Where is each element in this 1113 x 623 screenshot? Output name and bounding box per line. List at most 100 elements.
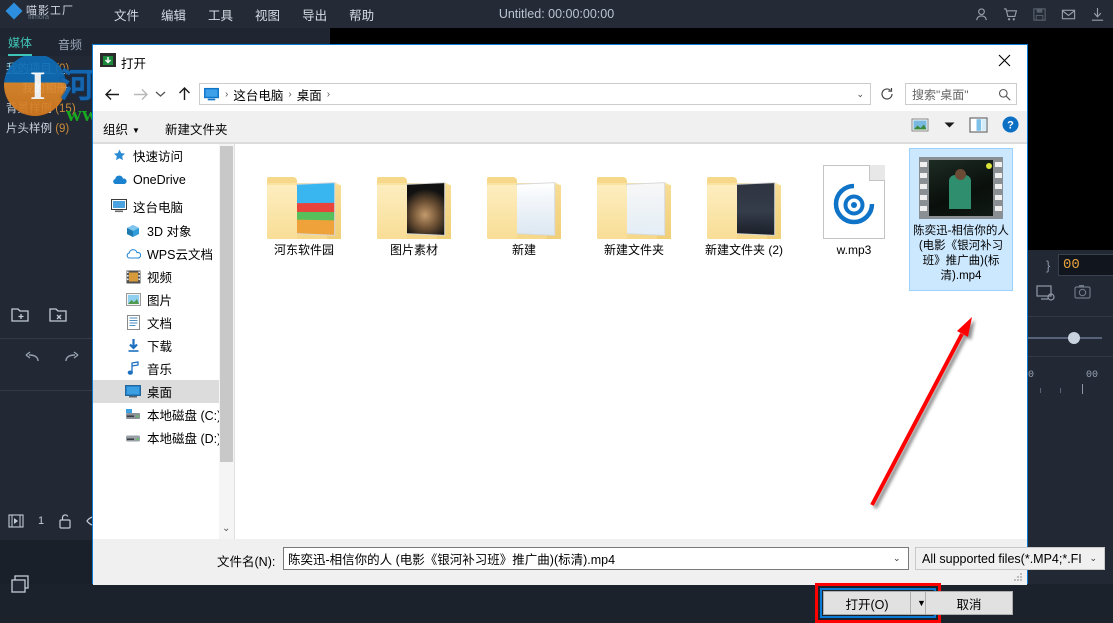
add-media-icon[interactable] bbox=[10, 574, 32, 596]
tree-item-my-project[interactable]: 我的项目 (0) bbox=[0, 58, 95, 78]
film-strip-icon[interactable] bbox=[8, 514, 24, 528]
up-button[interactable] bbox=[171, 81, 197, 107]
list-item-selected[interactable]: 陈奕迅-相信你的人 (电影《银河补习班》推广曲)(标清).mp4 bbox=[909, 148, 1013, 291]
tree-item-my-album[interactable]: 我的相册 bbox=[0, 78, 95, 98]
editor-titlebar-actions[interactable] bbox=[974, 0, 1105, 28]
view-mode-icon[interactable] bbox=[911, 117, 930, 133]
forward-arrow-icon[interactable] bbox=[132, 87, 149, 102]
undo-icon[interactable] bbox=[22, 348, 42, 366]
help-icon[interactable]: ? bbox=[1002, 116, 1019, 133]
file-list[interactable]: 河东软件园 图片素材 新建 新建文件夹 新建文件夹 (2) w.mp3 陈奕迅-… bbox=[235, 144, 1027, 540]
cart-icon[interactable] bbox=[1003, 7, 1018, 22]
sidebar-label: OneDrive bbox=[133, 173, 186, 187]
sidebar-item-music[interactable]: 音乐 bbox=[93, 357, 234, 380]
up-arrow-icon[interactable] bbox=[177, 86, 192, 102]
sidebar-item-this-pc[interactable]: 这台电脑 bbox=[93, 193, 234, 219]
recent-locations-button[interactable] bbox=[151, 81, 169, 107]
folder-icon bbox=[469, 154, 579, 239]
places-sidebar[interactable]: 快速访问 OneDrive 这台电脑 3D 对象 WPS云文档 视频 图片 文档… bbox=[93, 144, 234, 540]
editor-add-media-row[interactable] bbox=[0, 484, 95, 593]
scroll-down-icon[interactable]: ⌄ bbox=[222, 523, 230, 534]
tab-media[interactable]: 媒体 bbox=[8, 34, 33, 56]
refresh-button[interactable] bbox=[877, 83, 897, 105]
menu-item-edit[interactable]: 编辑 bbox=[161, 5, 186, 24]
sidebar-item-desktop[interactable]: 桌面 bbox=[93, 380, 234, 403]
sidebar-item-videos[interactable]: 视频 bbox=[93, 265, 234, 288]
mail-icon[interactable] bbox=[1061, 7, 1076, 22]
breadcrumb-item-desktop[interactable]: 桌面 bbox=[294, 85, 325, 104]
track-number: 1 bbox=[38, 515, 45, 527]
chevron-down-icon[interactable] bbox=[155, 90, 166, 98]
delete-folder-icon[interactable] bbox=[48, 305, 70, 325]
sidebar-item-documents[interactable]: 文档 bbox=[93, 311, 234, 334]
open-button[interactable]: 打开(O) bbox=[823, 591, 911, 615]
tab-audio[interactable]: 音频 bbox=[58, 36, 82, 56]
view-dropdown-icon[interactable] bbox=[944, 121, 955, 129]
sidebar-scrollbar[interactable]: ⌄ bbox=[219, 144, 234, 540]
filename-input[interactable] bbox=[283, 547, 909, 570]
menu-item-help[interactable]: 帮助 bbox=[349, 5, 374, 24]
logo-subtext: filmora bbox=[28, 14, 50, 21]
refresh-icon[interactable] bbox=[880, 87, 894, 101]
breadcrumb-item-computer[interactable]: 这台电脑 bbox=[230, 85, 286, 104]
list-item[interactable]: w.mp3 bbox=[799, 154, 909, 258]
preview-pane-icon[interactable] bbox=[969, 116, 988, 133]
sidebar-item-onedrive[interactable]: OneDrive bbox=[93, 167, 234, 193]
tree-item-intro-samples[interactable]: 片头样例 (9) bbox=[0, 118, 95, 138]
slider-knob[interactable] bbox=[1068, 332, 1080, 344]
breadcrumb-dropdown-icon[interactable]: ⌄ bbox=[856, 89, 864, 100]
svg-text:?: ? bbox=[1007, 120, 1014, 132]
menu-item-view[interactable]: 视图 bbox=[255, 5, 280, 24]
close-icon[interactable] bbox=[998, 54, 1011, 67]
list-item[interactable]: 图片素材 bbox=[359, 154, 469, 258]
sidebar-item-quick-access[interactable]: 快速访问 bbox=[93, 144, 234, 167]
breadcrumb[interactable]: › 这台电脑 › 桌面 › ⌄ bbox=[199, 83, 871, 105]
account-icon[interactable] bbox=[974, 7, 989, 22]
sidebar-item-local-disk-c[interactable]: 本地磁盘 (C:) bbox=[93, 403, 234, 426]
search-box[interactable]: 搜索"桌面" bbox=[905, 83, 1017, 105]
preview-actions[interactable] bbox=[1036, 284, 1092, 302]
sidebar-item-local-disk-d[interactable]: 本地磁盘 (D:) bbox=[93, 426, 234, 449]
dialog-command-bar: 组织 ▼ 新建文件夹 ? bbox=[93, 111, 1027, 143]
save-icon[interactable] bbox=[1032, 7, 1047, 22]
list-item[interactable]: 河东软件园 bbox=[249, 154, 359, 258]
editor-menu-bar[interactable]: 文件 编辑 工具 视图 导出 帮助 bbox=[114, 5, 374, 24]
download-icon[interactable] bbox=[1090, 7, 1105, 22]
tree-item-background-samples[interactable]: 背景样例 (15) bbox=[0, 98, 95, 118]
open-file-dialog: 打开 › 这台电脑 › 桌面 › ⌄ 搜索"桌面" 组织 ▼ 新建文件夹 ? 快… bbox=[92, 44, 1105, 623]
search-icon[interactable] bbox=[998, 88, 1011, 101]
timeline-track-controls[interactable]: 1 bbox=[8, 513, 104, 529]
add-folder-icon[interactable] bbox=[10, 305, 32, 325]
unlock-icon[interactable] bbox=[58, 513, 72, 529]
new-folder-button[interactable]: 新建文件夹 bbox=[165, 119, 228, 138]
close-button[interactable] bbox=[981, 45, 1027, 75]
editor-media-tree[interactable]: 我的项目 (0) 我的相册 背景样例 (15) 片头样例 (9) bbox=[0, 58, 95, 138]
organize-button[interactable]: 组织 ▼ bbox=[103, 119, 140, 138]
menu-item-tools[interactable]: 工具 bbox=[208, 5, 233, 24]
music-note-icon bbox=[125, 361, 141, 377]
resize-grip-icon[interactable] bbox=[1013, 572, 1023, 582]
list-item[interactable]: 新建文件夹 (2) bbox=[689, 154, 799, 258]
redo-icon[interactable] bbox=[62, 348, 82, 366]
file-type-filter[interactable]: All supported files(*.MP4;*.FI ⌄ bbox=[915, 547, 1105, 570]
back-button[interactable] bbox=[99, 81, 125, 107]
sidebar-item-downloads[interactable]: 下载 bbox=[93, 334, 234, 357]
cancel-button[interactable]: 取消 bbox=[925, 591, 1013, 615]
view-controls[interactable]: ? bbox=[911, 116, 1019, 133]
sidebar-item-wps-cloud[interactable]: WPS云文档 bbox=[93, 242, 234, 265]
forward-button[interactable] bbox=[127, 81, 153, 107]
search-input[interactable]: 搜索"桌面" bbox=[906, 86, 969, 103]
chevron-down-icon[interactable]: ⌄ bbox=[1089, 553, 1097, 564]
filename-dropdown-icon[interactable]: ⌄ bbox=[893, 553, 901, 564]
screen-settings-icon[interactable] bbox=[1036, 284, 1056, 302]
back-arrow-icon[interactable] bbox=[104, 87, 121, 102]
list-item[interactable]: 新建 bbox=[469, 154, 579, 258]
menu-item-file[interactable]: 文件 bbox=[114, 5, 139, 24]
menu-item-export[interactable]: 导出 bbox=[302, 5, 327, 24]
editor-undo-redo-row[interactable] bbox=[0, 340, 95, 390]
sidebar-item-pictures[interactable]: 图片 bbox=[93, 288, 234, 311]
sidebar-item-3d-objects[interactable]: 3D 对象 bbox=[93, 219, 234, 242]
camera-snapshot-icon[interactable] bbox=[1074, 284, 1092, 300]
scrollbar-thumb[interactable] bbox=[220, 146, 233, 462]
list-item[interactable]: 新建文件夹 bbox=[579, 154, 689, 258]
